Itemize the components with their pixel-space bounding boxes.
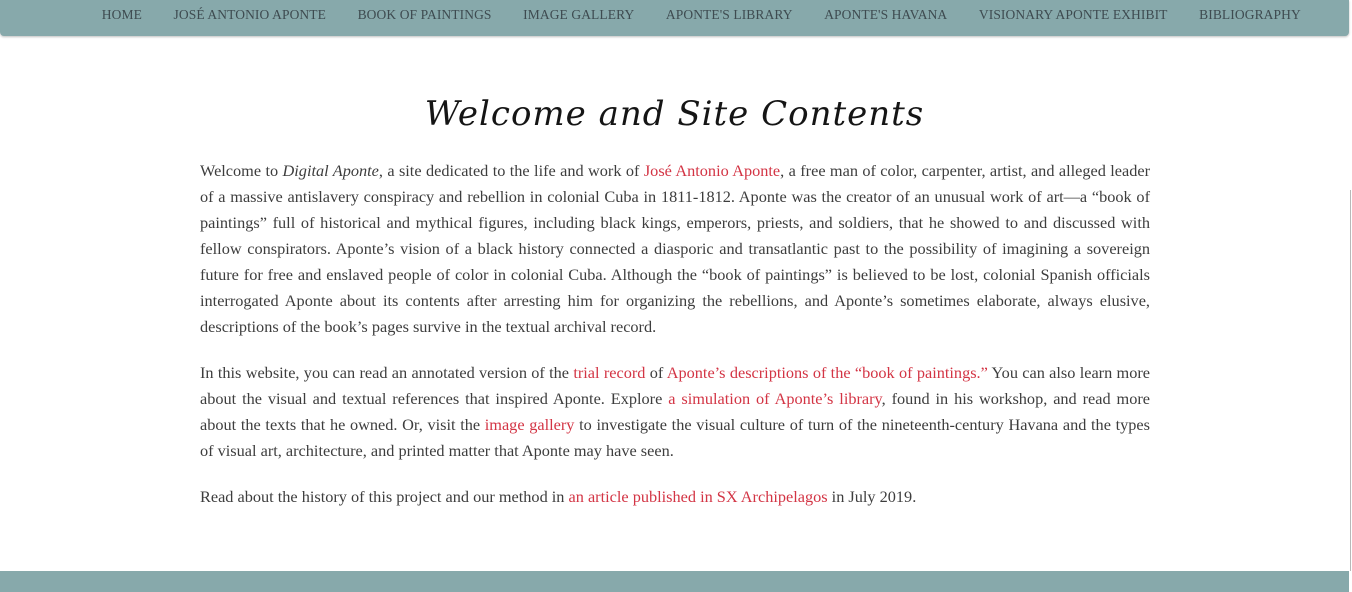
explore-paragraph: In this website, you can read an annotat… (200, 360, 1150, 464)
top-navigation-bar: HOME JOSÉ ANTONIO APONTE BOOK OF PAINTIN… (0, 0, 1349, 36)
intro-text: , a site dedicated to the life and work … (378, 161, 644, 180)
footer-bar (0, 571, 1349, 592)
nav-item-apontes-library[interactable]: APONTE'S LIBRARY (650, 7, 808, 23)
explore-text: In this website, you can read an annotat… (200, 363, 574, 382)
nav-item-jose-antonio-aponte[interactable]: JOSÉ ANTONIO APONTE (158, 7, 342, 23)
link-sx-archipelagos-article[interactable]: an article published in SX Archipelagos (569, 487, 828, 506)
intro-text: , a free man of color, carpenter, artist… (200, 161, 1151, 336)
nav-item-visionary-aponte-exhibit[interactable]: VISIONARY APONTE EXHIBIT (963, 7, 1183, 23)
page-title: Welcome and Site Contents (424, 94, 925, 134)
nav-item-home[interactable]: HOME (86, 7, 158, 23)
link-book-descriptions[interactable]: Aponte’s descriptions of the “book of pa… (667, 363, 988, 382)
link-trial-record[interactable]: trial record (573, 363, 645, 382)
nav-item-image-gallery[interactable]: IMAGE GALLERY (507, 7, 650, 23)
link-image-gallery[interactable]: image gallery (485, 415, 575, 434)
history-text: in July 2019. (827, 487, 917, 506)
history-text: Read about the history of this project a… (200, 487, 569, 506)
nav-menu: HOME JOSÉ ANTONIO APONTE BOOK OF PAINTIN… (86, 0, 1317, 30)
nav-item-book-of-paintings[interactable]: BOOK OF PAINTINGS (342, 7, 508, 23)
history-paragraph: Read about the history of this project a… (200, 484, 1150, 510)
intro-paragraph: Welcome to Digital Aponte, a site dedica… (200, 158, 1150, 340)
nav-item-bibliography[interactable]: BIBLIOGRAPHY (1183, 7, 1316, 23)
link-library-simulation[interactable]: a simulation of Aponte’s library (668, 389, 881, 408)
scrollbar-thumb[interactable] (1350, 190, 1351, 571)
link-jose-antonio-aponte[interactable]: José Antonio Aponte (644, 161, 780, 180)
intro-text: Welcome to (200, 161, 283, 180)
main-content: Welcome to Digital Aponte, a site dedica… (200, 158, 1150, 530)
explore-text: of (645, 363, 667, 382)
site-name: Digital Aponte (282, 161, 379, 180)
nav-item-apontes-havana[interactable]: APONTE'S HAVANA (808, 7, 963, 23)
